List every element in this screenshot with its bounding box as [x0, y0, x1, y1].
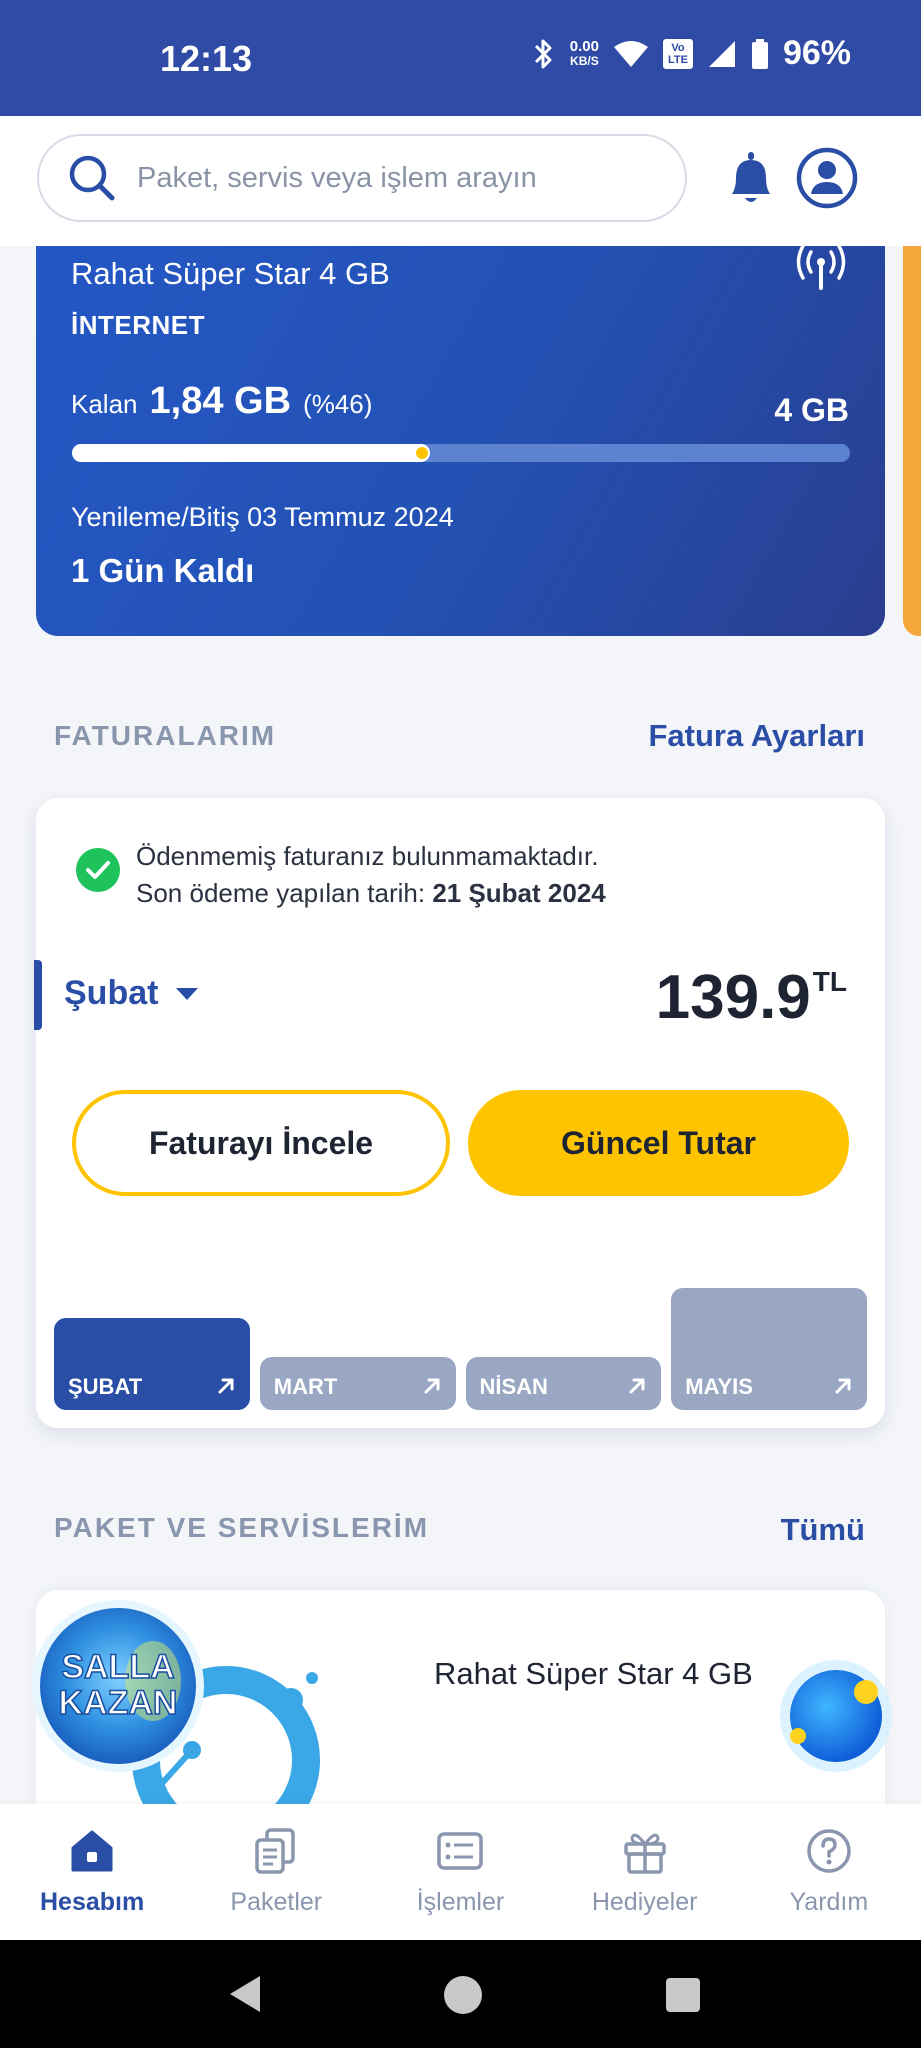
remaining-label: Kalan	[71, 389, 138, 419]
package-name: Rahat Süper Star 4 GB	[71, 256, 390, 291]
home-icon	[71, 1830, 113, 1872]
packages-section-title: PAKET VE SERVİSLERİM	[54, 1512, 430, 1543]
arrow-up-right-icon	[424, 1378, 439, 1394]
signal-icon	[708, 40, 735, 67]
net-speed-value: 0.00	[569, 37, 599, 55]
next-card-peek[interactable]	[903, 246, 921, 636]
salla-kazan-badge[interactable]: SALLA KAZAN	[28, 1596, 208, 1776]
invoice-settings-link[interactable]: Fatura Ayarları	[648, 718, 865, 754]
no-unpaid-text: Ödenmemiş faturanız bulunmamaktadır.	[136, 841, 599, 871]
package-card-name: Rahat Süper Star 4 GB	[434, 1656, 753, 1691]
help-icon	[807, 1829, 851, 1873]
nav-label-paketler: Paketler	[230, 1888, 323, 1916]
nav-label-hediyeler: Hediyeler	[591, 1888, 698, 1916]
volte-bottom: LTE	[667, 53, 688, 66]
bottom-navigation: Hesabım Paketler İşlemler Hediyeler Yard…	[0, 1804, 921, 1940]
recent-apps-icon[interactable]	[666, 1978, 700, 2012]
bell-icon[interactable]	[724, 150, 778, 208]
remaining-percent: (%46)	[303, 389, 373, 419]
invoice-month-bar[interactable]: ŞUBAT	[54, 1318, 250, 1410]
search-placeholder: Paket, servis veya işlem arayın	[137, 161, 537, 194]
wifi-icon	[613, 40, 648, 67]
nav-item-hesabim[interactable]: Hesabım	[0, 1804, 184, 1940]
amount-currency: TL	[812, 966, 847, 997]
invoice-month-label: MAYIS	[685, 1374, 753, 1399]
invoice-month-bar[interactable]: MAYIS	[671, 1288, 867, 1410]
arrow-up-right-icon	[835, 1378, 851, 1394]
review-invoice-button[interactable]: Faturayı İncele	[72, 1090, 450, 1196]
status-icons: 0.00 KB/S Vo LTE 96%	[530, 34, 851, 73]
assistant-orb-button[interactable]	[776, 1656, 896, 1776]
invoice-month-label: ŞUBAT	[68, 1374, 143, 1399]
check-circle-icon	[76, 848, 120, 892]
operations-icon	[437, 1832, 484, 1870]
invoice-months-chart: ŞUBAT MART NİSAN MAYIS	[54, 1248, 867, 1410]
status-time: 12:13	[160, 38, 253, 79]
back-icon[interactable]	[226, 1974, 262, 2014]
all-packages-link[interactable]: Tümü	[781, 1512, 865, 1548]
volte-top: Vo	[671, 41, 685, 54]
gift-icon	[623, 1833, 666, 1874]
volte-badge: Vo LTE	[662, 38, 693, 69]
system-navigation-bar	[0, 1940, 921, 2048]
renewal-date: Yenileme/Bitiş 03 Temmuz 2024	[71, 502, 454, 532]
search-input[interactable]: Paket, servis veya işlem arayın	[37, 134, 687, 222]
app-header: Paket, servis veya işlem arayın	[0, 116, 921, 246]
antenna-icon	[796, 246, 846, 290]
arrow-up-right-icon	[218, 1378, 234, 1394]
data-usage-progress-bar	[72, 444, 850, 462]
days-left: 1 Gün Kaldı	[71, 552, 255, 589]
month-marker	[34, 960, 42, 1030]
net-speed: 0.00 KB/S	[570, 39, 599, 69]
invoice-month-bar[interactable]: MART	[259, 1357, 456, 1410]
remaining-data: Kalan 1,84 GB (%46)	[71, 380, 372, 423]
selected-month: Şubat	[64, 974, 159, 1012]
net-speed-unit: KB/S	[570, 53, 599, 68]
month-selector[interactable]: Şubat	[64, 974, 199, 1013]
invoice-month-label: MART	[273, 1374, 338, 1399]
last-payment-label: Son ödeme yapılan tarih:	[136, 878, 426, 908]
invoice-month-label: NİSAN	[479, 1374, 548, 1399]
nav-item-islemler[interactable]: İşlemler	[368, 1804, 552, 1940]
status-bar: 12:13 0.00 KB/S Vo LTE 96%	[0, 0, 921, 116]
nav-item-paketler[interactable]: Paketler	[184, 1804, 368, 1940]
kazan-text: KAZAN	[59, 1684, 178, 1722]
bluetooth-icon	[534, 39, 552, 68]
search-icon	[69, 155, 115, 201]
nav-item-yardim[interactable]: Yardım	[737, 1804, 921, 1940]
data-usage-progress-fill	[72, 444, 430, 462]
remaining-amount: 1,84 GB	[149, 380, 292, 422]
nav-label-islemler: İşlemler	[416, 1888, 505, 1916]
invoices-section-title: FATURALARIM	[54, 720, 277, 751]
amount-value: 139.9	[655, 963, 811, 1032]
invoice-card: Ödenmemiş faturanız bulunmamaktadır. Son…	[34, 798, 885, 1428]
salla-text: SALLA	[61, 1648, 174, 1686]
internet-package-card[interactable]: Rahat Süper Star 4 GB İNTERNET Kalan 1,8…	[36, 246, 885, 636]
packages-icon	[255, 1828, 296, 1874]
last-payment-date: 21 Şubat 2024	[432, 878, 606, 908]
invoice-amount: 139.9 TL	[656, 962, 847, 1033]
total-data: 4 GB	[774, 392, 849, 428]
progress-dot	[415, 447, 428, 459]
last-payment: Son ödeme yapılan tarih: 21 Şubat 2024	[136, 875, 606, 912]
nav-label-yardim: Yardım	[789, 1888, 869, 1916]
user-profile-icon[interactable]	[795, 146, 859, 210]
arrow-up-right-icon	[629, 1378, 645, 1394]
chevron-down-icon	[176, 987, 199, 1000]
battery-icon	[751, 38, 768, 69]
current-amount-button[interactable]: Güncel Tutar	[468, 1090, 849, 1196]
nav-label-hesabim: Hesabım	[39, 1888, 145, 1916]
package-type: İNTERNET	[71, 310, 205, 340]
home-button-icon[interactable]	[444, 1976, 482, 2014]
battery-percent: 96%	[782, 34, 851, 72]
invoice-month-bar[interactable]: NİSAN	[465, 1357, 662, 1410]
invoice-status-message: Ödenmemiş faturanız bulunmamaktadır. Son…	[136, 838, 606, 912]
nav-item-hediyeler[interactable]: Hediyeler	[553, 1804, 737, 1940]
